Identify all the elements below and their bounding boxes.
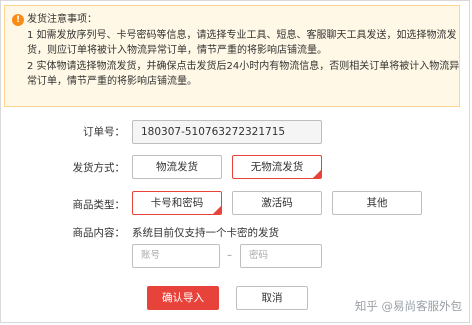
cancel-button[interactable]: 取消 (236, 286, 308, 310)
notice-line-1a: 1 如需发放序列号、卡号密码等信息，请选择专业工具、短息、客服聊天工具发送，如选… (27, 29, 457, 41)
shipping-option-no-logistics[interactable]: 无物流发货 (232, 155, 322, 179)
notice-title: 发货注意事项： (27, 14, 97, 25)
confirm-import-button[interactable]: 确认导入 (147, 286, 219, 310)
shipping-method-label: 发货方式： (72, 162, 126, 174)
account-input[interactable]: 账号 (132, 244, 220, 268)
notice-line-2a: 2 实体物请选择物流发货，并确保点击发货后24小时内有物流信息，否则相关订单将被… (27, 60, 460, 72)
product-type-option-activation-code[interactable]: 激活码 (232, 191, 322, 215)
product-content-info: 系统目前仅支持一个卡密的发货 (132, 227, 279, 239)
notice-line-1b: 货，则应订单将被计入物流异常订单，情节严重的将影响店铺流量。 (27, 45, 327, 56)
order-number-label: 订单号： (83, 126, 125, 138)
shipping-option-logistics[interactable]: 物流发货 (132, 155, 222, 179)
product-content-label: 商品内容： (72, 227, 126, 239)
order-number-field: 180307-510763272321715 (132, 120, 322, 144)
shipping-notice: ! 发货注意事项： 1 如需发放序列号、卡号密码等信息，请选择专业工具、短息、客… (4, 5, 460, 107)
password-input[interactable]: 密码 (240, 244, 322, 268)
product-type-option-other[interactable]: 其他 (332, 191, 422, 215)
input-separator: – (227, 250, 232, 261)
notice-line-2b: 常订单，情节严重的将影响店铺流量。 (27, 76, 197, 87)
product-type-option-card-password[interactable]: 卡号和密码 (132, 191, 222, 215)
watermark: 知乎 @易尚客服外包 (354, 299, 462, 313)
product-type-label: 商品类型： (72, 199, 126, 211)
warning-icon: ! (12, 14, 24, 26)
